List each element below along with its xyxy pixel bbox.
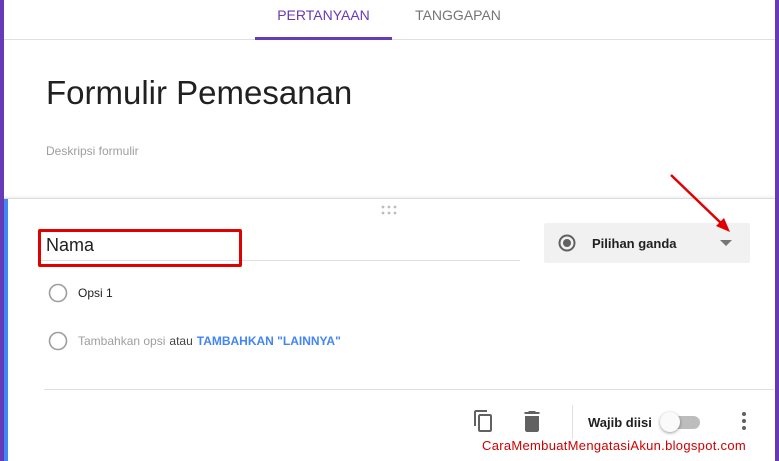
tab-bar: PERTANYAAN TANGGAPAN — [4, 0, 775, 40]
add-other-button[interactable]: TAMBAHKAN "LAINNYA" — [197, 334, 341, 348]
option-label[interactable]: Opsi 1 — [78, 286, 113, 300]
drag-handle-icon[interactable] — [380, 205, 398, 215]
required-toggle[interactable] — [660, 412, 702, 432]
radio-button-icon — [48, 283, 68, 303]
toggle-thumb — [660, 412, 680, 432]
form-description-field[interactable]: Deskripsi formulir — [46, 144, 139, 158]
watermark-text: CaraMembuatMengatasiAkun.blogspot.com — [482, 438, 747, 453]
copy-icon[interactable] — [472, 409, 494, 433]
radio-button-icon — [48, 331, 68, 351]
radio-button-icon — [558, 234, 576, 252]
delete-icon[interactable] — [522, 409, 542, 433]
more-vert-icon[interactable] — [740, 411, 748, 431]
add-option-button[interactable]: Tambahkan opsi — [78, 334, 165, 348]
tab-questions[interactable]: PERTANYAAN — [255, 0, 392, 40]
dropdown-caret-icon — [720, 240, 732, 246]
footer-separator — [572, 405, 573, 439]
form-editor: PERTANYAAN TANGGAPAN Formulir Pemesanan … — [4, 0, 775, 461]
or-text: atau — [169, 334, 193, 348]
tab-responses[interactable]: TANGGAPAN — [392, 0, 524, 39]
required-label: Wajib diisi — [588, 415, 652, 430]
annotation-arrow-icon — [670, 174, 730, 232]
annotation-highlight-box — [38, 229, 242, 267]
option-row: Opsi 1 — [48, 283, 113, 303]
form-title[interactable]: Formulir Pemesanan — [46, 74, 352, 112]
footer-divider — [44, 389, 774, 390]
question-type-label: Pilihan ganda — [592, 236, 677, 251]
add-option-row: Tambahkan opsi atau TAMBAHKAN "LAINNYA" — [48, 331, 341, 351]
question-card[interactable]: Nama Pilihan ganda Opsi 1 Tambahkan opsi… — [4, 198, 775, 461]
